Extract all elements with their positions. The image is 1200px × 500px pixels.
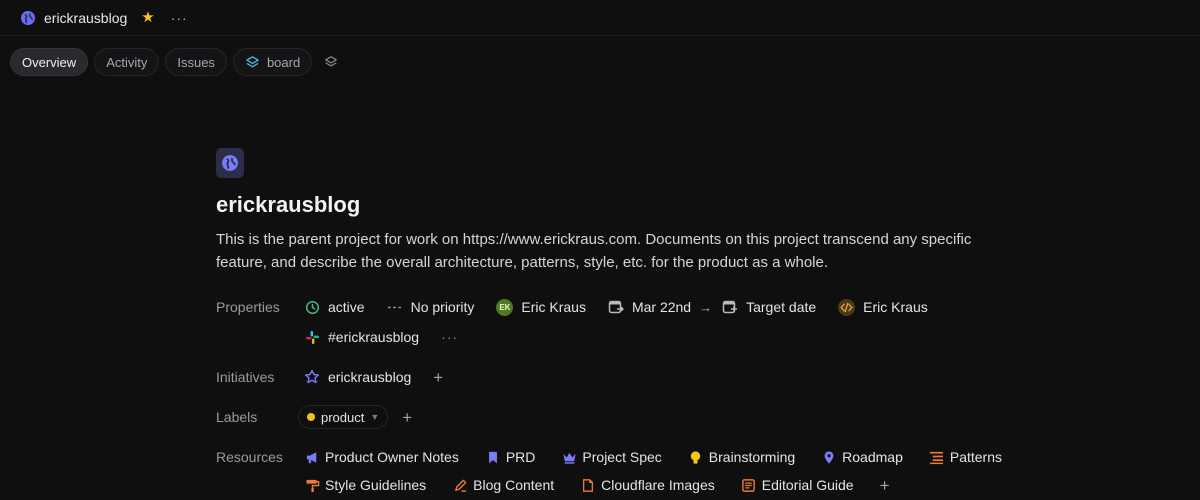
resource-link[interactable]: Patterns — [929, 445, 1010, 469]
resource-link[interactable]: Editorial Guide — [741, 473, 862, 497]
label-color-dot — [307, 413, 315, 421]
tab-activity[interactable]: Activity — [94, 48, 160, 76]
top-bar: erickrausblog ★ ··· — [0, 0, 1200, 36]
add-resource-icon[interactable]: + — [880, 477, 890, 494]
more-properties-icon[interactable]: ··· — [441, 329, 458, 345]
chevron-down-icon: ▼ — [370, 412, 380, 422]
tab-bar: Overview Activity Issues board — [10, 48, 342, 76]
resource-label: Roadmap — [842, 449, 903, 465]
megaphone-icon — [304, 449, 320, 465]
map-pin-icon — [821, 449, 837, 465]
favorite-star-icon[interactable]: ★ — [141, 10, 154, 25]
initiative-label: erickrausblog — [328, 369, 412, 385]
resource-label: Style Guidelines — [325, 477, 427, 493]
brush-icon — [304, 477, 320, 493]
lead-name: Eric Kraus — [521, 299, 586, 315]
list-icon — [929, 449, 945, 465]
date-range-arrow: → — [699, 299, 713, 315]
resource-label: Brainstorming — [708, 449, 796, 465]
resources-row: Resources Product Owner Notes PRD Projec… — [216, 445, 1028, 469]
resource-link[interactable]: Style Guidelines — [304, 473, 434, 497]
resource-label: Blog Content — [473, 477, 555, 493]
tab-label: Issues — [177, 54, 215, 70]
project-description[interactable]: This is the parent project for work on h… — [216, 228, 976, 274]
priority-chip[interactable]: No priority — [387, 295, 483, 319]
properties-label: Properties — [216, 299, 280, 315]
initiatives-row: Initiatives erickrausblog + — [216, 365, 443, 389]
resource-link[interactable]: PRD — [485, 445, 544, 469]
target-date-chip[interactable]: Target date — [722, 295, 824, 319]
add-view-layers-icon[interactable] — [320, 51, 342, 73]
labels-row: Labels product ▼ + — [216, 405, 412, 429]
resource-label: Product Owner Notes — [325, 449, 459, 465]
member-name: Eric Kraus — [863, 299, 928, 315]
calendar-target-icon — [722, 299, 738, 315]
tab-label: board — [266, 54, 301, 70]
layers-icon — [245, 54, 261, 70]
add-label-icon[interactable]: + — [402, 409, 412, 426]
label-name: product — [321, 409, 365, 425]
tab-label: Overview — [22, 54, 77, 70]
document-icon — [580, 477, 596, 493]
project-overview: erickrausblog This is the parent project… — [216, 148, 1016, 274]
tab-overview[interactable]: Overview — [10, 48, 89, 76]
resource-label: Patterns — [949, 449, 1002, 465]
label-pill-product[interactable]: product ▼ — [298, 405, 389, 429]
code-icon — [838, 298, 856, 316]
resource-label: Cloudflare Images — [601, 477, 715, 493]
pen-icon — [452, 477, 468, 493]
status-label: active — [328, 299, 365, 315]
lead-chip[interactable]: EK Eric Kraus — [496, 295, 594, 319]
resource-label: Editorial Guide — [761, 477, 854, 493]
bookmark-icon — [485, 449, 501, 465]
status-active-icon — [304, 299, 320, 315]
resource-link[interactable]: Product Owner Notes — [304, 445, 467, 469]
slack-channel-label: #erickrausblog — [328, 329, 420, 345]
notes-icon — [741, 477, 757, 493]
resource-link[interactable]: Project Spec — [561, 445, 669, 469]
project-globe-icon[interactable] — [216, 148, 244, 178]
resources-row-2: Style Guidelines Blog Content Cloudflare… — [216, 473, 890, 497]
resource-link[interactable]: Brainstorming — [688, 445, 803, 469]
priority-label: No priority — [410, 299, 475, 315]
target-date-label: Target date — [746, 299, 817, 315]
avatar: EK — [496, 298, 514, 316]
properties-row: Properties active No priority EK Eric Kr… — [216, 295, 950, 319]
breadcrumb-project-title[interactable]: erickrausblog — [44, 10, 127, 26]
resource-link[interactable]: Roadmap — [821, 445, 911, 469]
page-title[interactable]: erickrausblog — [216, 192, 1016, 218]
initiatives-label: Initiatives — [216, 369, 275, 385]
resource-link[interactable]: Blog Content — [452, 473, 562, 497]
slack-icon — [304, 329, 320, 345]
more-options-icon[interactable]: ··· — [171, 10, 188, 26]
start-date-chip[interactable]: Mar 22nd — [608, 295, 699, 319]
crown-icon — [561, 449, 577, 465]
resource-label: PRD — [505, 449, 536, 465]
tab-board[interactable]: board — [232, 48, 313, 76]
add-initiative-icon[interactable]: + — [433, 369, 443, 386]
resource-link[interactable]: Cloudflare Images — [580, 473, 723, 497]
member-chip[interactable]: Eric Kraus — [838, 295, 936, 319]
star-outline-icon — [304, 369, 320, 385]
resource-label: Project Spec — [582, 449, 662, 465]
properties-row-2: #erickrausblog ··· — [216, 325, 458, 349]
slack-channel-chip[interactable]: #erickrausblog — [304, 325, 427, 349]
lightbulb-icon — [688, 449, 704, 465]
globe-icon — [20, 10, 36, 26]
initiative-chip[interactable]: erickrausblog — [304, 365, 419, 389]
tab-label: Activity — [106, 54, 148, 70]
tab-issues[interactable]: Issues — [165, 48, 227, 76]
labels-label: Labels — [216, 409, 258, 425]
start-date-label: Mar 22nd — [631, 299, 692, 315]
no-priority-icon — [387, 299, 403, 315]
calendar-start-icon — [608, 299, 624, 315]
resources-label: Resources — [216, 449, 283, 465]
status-chip[interactable]: active — [304, 295, 373, 319]
